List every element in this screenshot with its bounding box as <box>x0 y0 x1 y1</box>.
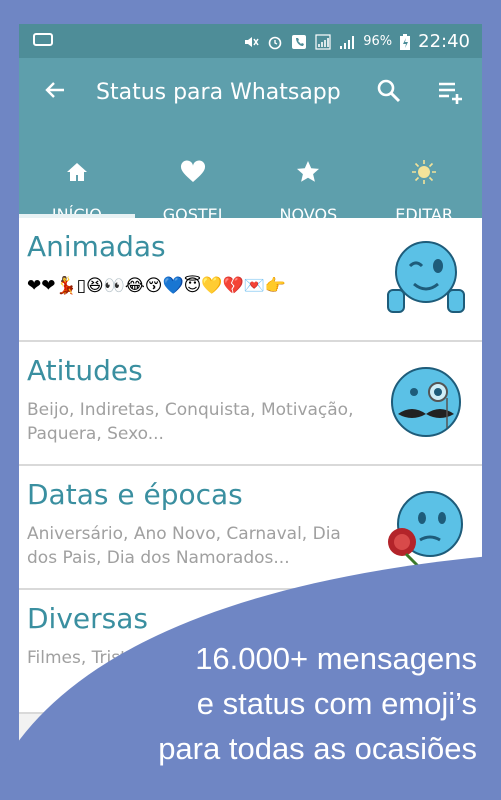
tab-inicio[interactable]: INÍCIO <box>19 150 135 224</box>
category-list: Animadas ❤❤💃▯😆👀😂😚💙😇💛💔💌👉 Atitudes Beijo, … <box>19 218 482 714</box>
category-title: Diversas <box>27 602 148 635</box>
category-description: Filmes, Tristeza <box>27 648 157 668</box>
category-card-diversas[interactable]: Diversas Filmes, Tristeza <box>19 590 482 714</box>
home-icon <box>66 163 87 181</box>
category-card-animadas[interactable]: Animadas ❤❤💃▯😆👀😂😚💙😇💛💔💌👉 <box>19 218 482 342</box>
arrow-left-icon[interactable] <box>43 78 67 102</box>
playlist-add-icon[interactable] <box>437 80 465 104</box>
battery-percent: 96% <box>363 34 393 49</box>
tab-novos[interactable]: NOVOS <box>251 150 367 224</box>
app-title: Status para Whatsapp <box>96 80 341 105</box>
status-bar: 96% 22:40 <box>19 24 482 58</box>
tab-gostei[interactable]: GOSTEI <box>135 150 251 224</box>
sun-icon <box>412 160 437 184</box>
clock: 22:40 <box>418 31 470 52</box>
phone-screen: 96% 22:40 Status para Whatsapp INÍCIO GO… <box>19 24 482 800</box>
winking-thumbs-up-emoji-icon <box>387 241 465 313</box>
status-icons: 96% 22:40 <box>243 31 470 52</box>
battery-charging-icon <box>400 33 411 50</box>
monocle-mustache-emoji-icon <box>391 367 461 437</box>
heart-icon <box>180 160 205 182</box>
signal-icon <box>315 33 331 50</box>
alarm-icon <box>268 36 282 49</box>
category-description: Beijo, Indiretas, Conquista, Motivação, … <box>27 400 354 444</box>
app-bar: Status para Whatsapp INÍCIO GOSTEI NOVOS <box>19 58 482 224</box>
category-title: Animadas <box>27 230 166 263</box>
tab-editar[interactable]: EDITAR <box>366 150 482 224</box>
voicemail-icon <box>33 33 53 46</box>
signal-bars-icon <box>340 35 355 49</box>
category-title: Atitudes <box>27 354 143 387</box>
star-icon <box>297 161 320 182</box>
phone-call-icon <box>292 34 307 49</box>
emoji-preview: ❤❤💃▯😆👀😂😚💙😇💛💔💌👉 <box>27 276 287 296</box>
search-icon[interactable] <box>376 78 402 104</box>
tab-bar: INÍCIO GOSTEI NOVOS EDITAR <box>19 150 482 224</box>
rose-emoji-icon <box>388 491 463 568</box>
category-card-datas[interactable]: Datas e épocas Aniversário, Ano Novo, Ca… <box>19 466 482 590</box>
mute-icon <box>245 36 259 47</box>
category-description: Aniversário, Ano Novo, Carnaval, Dia dos… <box>27 524 341 568</box>
category-card-atitudes[interactable]: Atitudes Beijo, Indiretas, Conquista, Mo… <box>19 342 482 466</box>
category-title: Datas e épocas <box>27 478 243 511</box>
